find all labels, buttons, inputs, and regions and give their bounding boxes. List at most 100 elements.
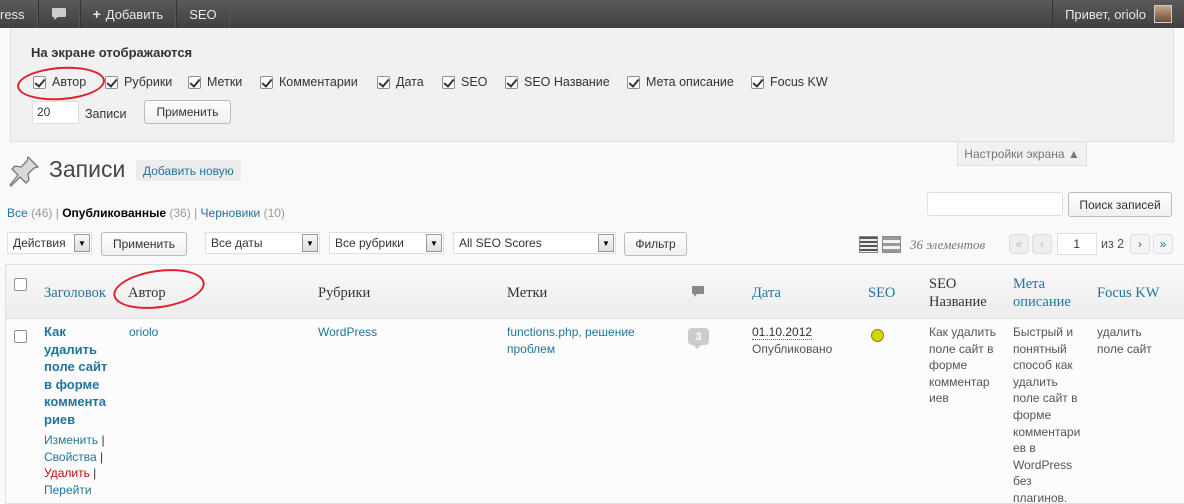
seo-menu[interactable]: SEO	[176, 0, 230, 28]
checkbox[interactable]	[442, 75, 455, 89]
column-meta-header[interactable]: Мета описание	[1013, 275, 1071, 311]
checkbox[interactable]	[751, 75, 764, 89]
column-toggle-date[interactable]: Дата	[377, 75, 424, 89]
column-author-header: Автор	[128, 285, 166, 301]
add-new-post-button[interactable]: Добавить новую	[136, 160, 241, 181]
column-toggle-label: Метки	[207, 75, 243, 89]
checkbox[interactable]	[627, 75, 640, 89]
select-all-checkbox[interactable]	[14, 278, 27, 291]
column-seo-header[interactable]: SEO	[868, 284, 895, 302]
site-name-link[interactable]: ress	[0, 0, 38, 28]
seo-score-filter-select[interactable]: All SEO Scores ▼	[453, 232, 616, 254]
date-value: 01.10.2012	[752, 325, 813, 340]
separator: |	[100, 449, 104, 464]
excerpt-view-icon[interactable]	[882, 236, 901, 253]
chevron-down-icon: ▼	[598, 234, 614, 252]
search-posts-button[interactable]: Поиск записей	[1068, 192, 1172, 217]
title-line: поле сайт	[44, 359, 108, 374]
column-tags-header: Метки	[507, 285, 548, 301]
page-title: Записи	[49, 156, 126, 182]
total-pages: из 2	[1101, 237, 1125, 251]
separator: |	[55, 206, 59, 220]
bulk-actions-select[interactable]: Действия ▼	[7, 232, 92, 254]
column-toggle-label: Автор	[52, 75, 87, 89]
search-input[interactable]	[927, 192, 1063, 216]
post-title-link[interactable]: Как удалить поле сайт в форме коммента р…	[44, 323, 124, 428]
screen-options-apply-button[interactable]: Применить	[144, 100, 231, 124]
text-line: WordPress	[1013, 457, 1073, 472]
column-title-header[interactable]: Заголовок	[44, 284, 106, 302]
last-page-button[interactable]: »	[1153, 234, 1173, 254]
filter-button[interactable]: Фильтр	[624, 232, 687, 256]
column-toggle-seo[interactable]: SEO	[442, 75, 487, 89]
bulk-apply-button[interactable]: Применить	[101, 232, 187, 256]
column-seo-title-header: SEO Название	[929, 275, 987, 311]
column-toggle-seo-title[interactable]: SEO Название	[505, 75, 610, 89]
screen-options-panel: На экране отображаются Автор Рубрики Мет…	[10, 28, 1174, 142]
add-new-menu[interactable]: + Добавить	[79, 0, 177, 28]
filter-all[interactable]: Все	[7, 206, 28, 220]
filter-published[interactable]: Опубликованные	[62, 206, 166, 220]
prev-page-button[interactable]: ‹	[1032, 234, 1052, 254]
screen-options-title: На экране отображаются	[31, 45, 193, 60]
checkbox[interactable]	[377, 75, 390, 89]
column-toggle-label: Дата	[396, 75, 424, 89]
column-focus-kw-header[interactable]: Focus KW	[1097, 284, 1159, 302]
comments-menu[interactable]	[37, 0, 80, 28]
text-line: без	[1013, 474, 1032, 489]
category-filter-value: Все рубрики	[335, 236, 404, 250]
quick-edit-link[interactable]: Свойства	[44, 450, 97, 464]
text-line: ев в	[1013, 441, 1036, 456]
date-filter-select[interactable]: Все даты ▼	[205, 232, 320, 254]
bulk-actions-value: Действия	[13, 236, 66, 250]
checkbox[interactable]	[105, 75, 118, 89]
checkbox[interactable]	[33, 75, 46, 89]
post-tags[interactable]: functions.php, решение проблем	[507, 324, 635, 357]
current-page-input[interactable]: 1	[1057, 233, 1097, 255]
text-line: комментар	[929, 374, 990, 389]
per-page-input[interactable]: 20	[32, 101, 79, 124]
checkbox[interactable]	[260, 75, 273, 89]
edit-link[interactable]: Изменить	[44, 433, 98, 447]
account-menu[interactable]: Привет, oriolo	[1052, 0, 1184, 28]
category-filter-select[interactable]: Все рубрики ▼	[329, 232, 444, 254]
trash-link[interactable]: Удалить	[44, 466, 90, 480]
date-filter-value: Все даты	[211, 236, 263, 250]
comment-count-badge[interactable]: 3	[688, 328, 709, 349]
view-link[interactable]: Перейти	[44, 483, 92, 497]
avatar	[1154, 5, 1172, 23]
header-line: Мета	[1013, 276, 1046, 292]
column-toggle-comments[interactable]: Комментарии	[260, 75, 358, 89]
column-toggle-author[interactable]: Автор	[33, 75, 86, 89]
seo-menu-label: SEO	[189, 6, 217, 22]
column-toggle-label: Комментарии	[279, 75, 358, 89]
post-category-link[interactable]: WordPress	[318, 324, 377, 341]
comments-column-icon[interactable]	[691, 285, 705, 298]
filter-drafts[interactable]: Черновики	[201, 206, 261, 220]
add-new-label: Добавить	[105, 6, 164, 22]
row-checkbox[interactable]	[14, 330, 27, 343]
seo-score-indicator	[871, 329, 884, 342]
post-author-link[interactable]: oriolo	[129, 324, 158, 341]
screen-options-tab[interactable]: Настройки экрана ▲	[957, 142, 1087, 166]
column-toggle-focus-kw[interactable]: Focus KW	[751, 75, 828, 89]
text-line: удалить	[1097, 325, 1142, 339]
header-line: Название	[929, 294, 987, 310]
column-toggle-label: Мета описание	[646, 75, 734, 89]
separator: |	[93, 466, 97, 481]
column-toggle-categories[interactable]: Рубрики	[105, 75, 172, 89]
checkbox[interactable]	[188, 75, 201, 89]
header-line: описание	[1013, 294, 1071, 310]
column-toggle-label: SEO	[461, 75, 488, 89]
column-date-header[interactable]: Дата	[752, 284, 781, 302]
column-toggle-meta-description[interactable]: Мета описание	[627, 75, 734, 89]
first-page-button[interactable]: «	[1009, 234, 1029, 254]
chevron-down-icon: ▼	[302, 234, 318, 252]
column-toggle-tags[interactable]: Метки	[188, 75, 242, 89]
text-line: комментари	[1013, 424, 1081, 439]
filter-published-count: (36)	[169, 206, 191, 220]
list-view-icon[interactable]	[859, 236, 878, 253]
chevron-down-icon: ▼	[74, 234, 90, 252]
next-page-button[interactable]: ›	[1130, 234, 1150, 254]
checkbox[interactable]	[505, 75, 518, 89]
